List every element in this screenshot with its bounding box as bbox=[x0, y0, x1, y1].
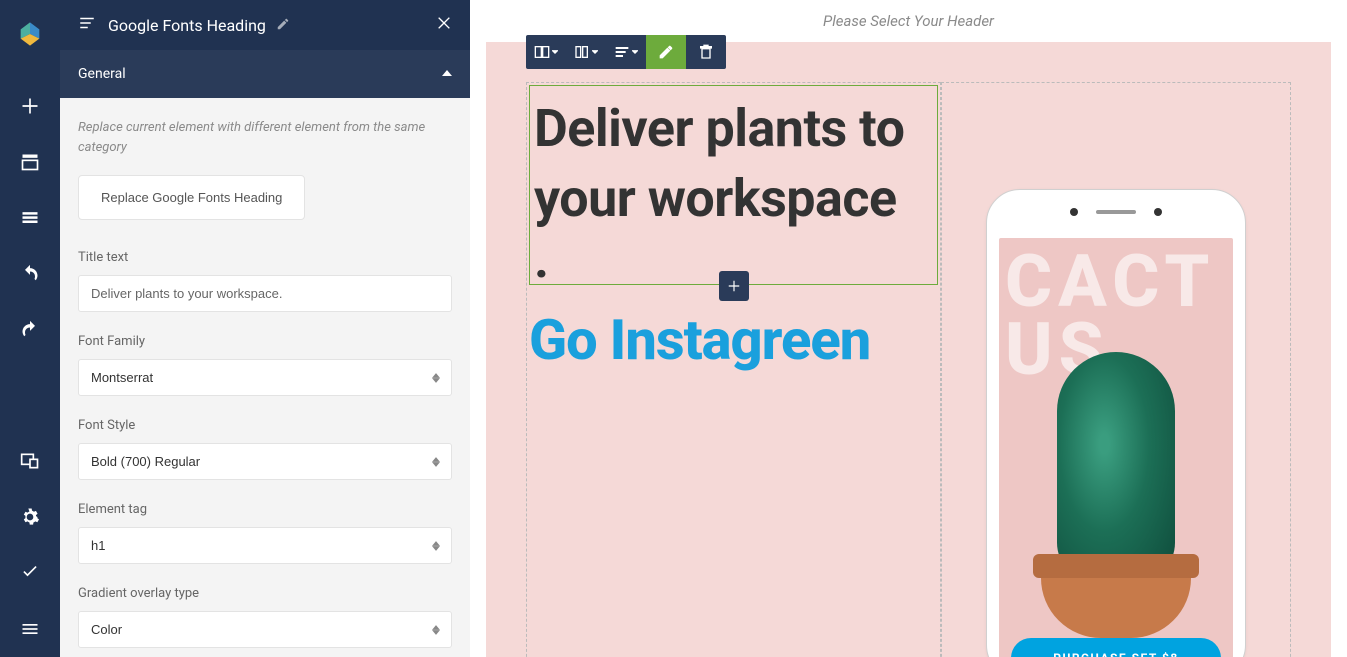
field-gradient-overlay: Gradient overlay type bbox=[78, 586, 452, 648]
add-element-icon[interactable] bbox=[0, 78, 60, 134]
purchase-button: PURCHASE SET $8 bbox=[1011, 638, 1221, 657]
phone-notch bbox=[1070, 208, 1162, 216]
panel-title: Google Fonts Heading bbox=[108, 16, 266, 35]
field-label: Title text bbox=[78, 250, 452, 265]
field-label: Element tag bbox=[78, 502, 452, 517]
hero-row: Deliver plants to your workspace. Go Ins… bbox=[486, 42, 1331, 657]
edit-title-icon[interactable] bbox=[276, 16, 290, 35]
menu-icon[interactable] bbox=[0, 601, 60, 657]
app-left-rail bbox=[0, 0, 60, 657]
column-controls-icon[interactable] bbox=[566, 35, 606, 69]
redo-icon[interactable] bbox=[0, 302, 60, 358]
field-label: Gradient overlay type bbox=[78, 586, 452, 601]
field-element-tag: Element tag bbox=[78, 502, 452, 564]
panel-body: Replace current element with different e… bbox=[60, 98, 470, 657]
section-label: General bbox=[78, 66, 126, 82]
field-title-text: Title text bbox=[78, 250, 452, 312]
cactus-illustration bbox=[1031, 338, 1201, 638]
templates-icon[interactable] bbox=[0, 134, 60, 190]
helper-text: Replace current element with different e… bbox=[78, 118, 452, 157]
title-text-input[interactable] bbox=[78, 275, 452, 312]
selected-heading-element[interactable]: Deliver plants to your workspace. bbox=[529, 85, 938, 285]
delete-element-icon[interactable] bbox=[686, 35, 726, 69]
font-family-select[interactable] bbox=[78, 359, 452, 396]
heading-text: Deliver plants to your workspace. bbox=[534, 94, 933, 276]
heading-icon bbox=[78, 14, 96, 36]
undo-icon[interactable] bbox=[0, 246, 60, 302]
panel-header: Google Fonts Heading bbox=[60, 0, 470, 50]
tree-view-icon[interactable] bbox=[0, 190, 60, 246]
close-panel-icon[interactable] bbox=[436, 15, 452, 35]
settings-panel: Google Fonts Heading General Replace cur… bbox=[60, 0, 470, 657]
font-style-select[interactable] bbox=[78, 443, 452, 480]
replace-element-button[interactable]: Replace Google Fonts Heading bbox=[78, 175, 305, 220]
field-font-style: Font Style bbox=[78, 418, 452, 480]
chevron-up-icon bbox=[442, 66, 452, 82]
field-label: Font Style bbox=[78, 418, 452, 433]
responsive-icon[interactable] bbox=[0, 433, 60, 489]
element-type-icon[interactable] bbox=[606, 35, 646, 69]
field-font-family: Font Family bbox=[78, 334, 452, 396]
element-tag-select[interactable] bbox=[78, 527, 452, 564]
field-label: Font Family bbox=[78, 334, 452, 349]
add-below-icon[interactable] bbox=[719, 271, 749, 301]
image-column[interactable]: CACTUS PURCHASE SET $8 bbox=[941, 82, 1291, 657]
app-logo bbox=[16, 20, 44, 48]
section-general[interactable]: General bbox=[60, 50, 470, 98]
element-toolbar bbox=[526, 35, 726, 69]
edit-element-icon[interactable] bbox=[646, 35, 686, 69]
settings-icon[interactable] bbox=[0, 489, 60, 545]
subheading-text[interactable]: Go Instagreen bbox=[529, 305, 938, 375]
row-controls-icon[interactable] bbox=[526, 35, 566, 69]
content-column[interactable]: Deliver plants to your workspace. Go Ins… bbox=[526, 82, 941, 657]
save-icon[interactable] bbox=[0, 545, 60, 601]
gradient-overlay-select[interactable] bbox=[78, 611, 452, 648]
editor-canvas: Please Select Your Header Deliver plants… bbox=[470, 0, 1347, 657]
phone-mockup: CACTUS PURCHASE SET $8 bbox=[986, 189, 1246, 657]
phone-screen: CACTUS PURCHASE SET $8 bbox=[999, 238, 1233, 657]
